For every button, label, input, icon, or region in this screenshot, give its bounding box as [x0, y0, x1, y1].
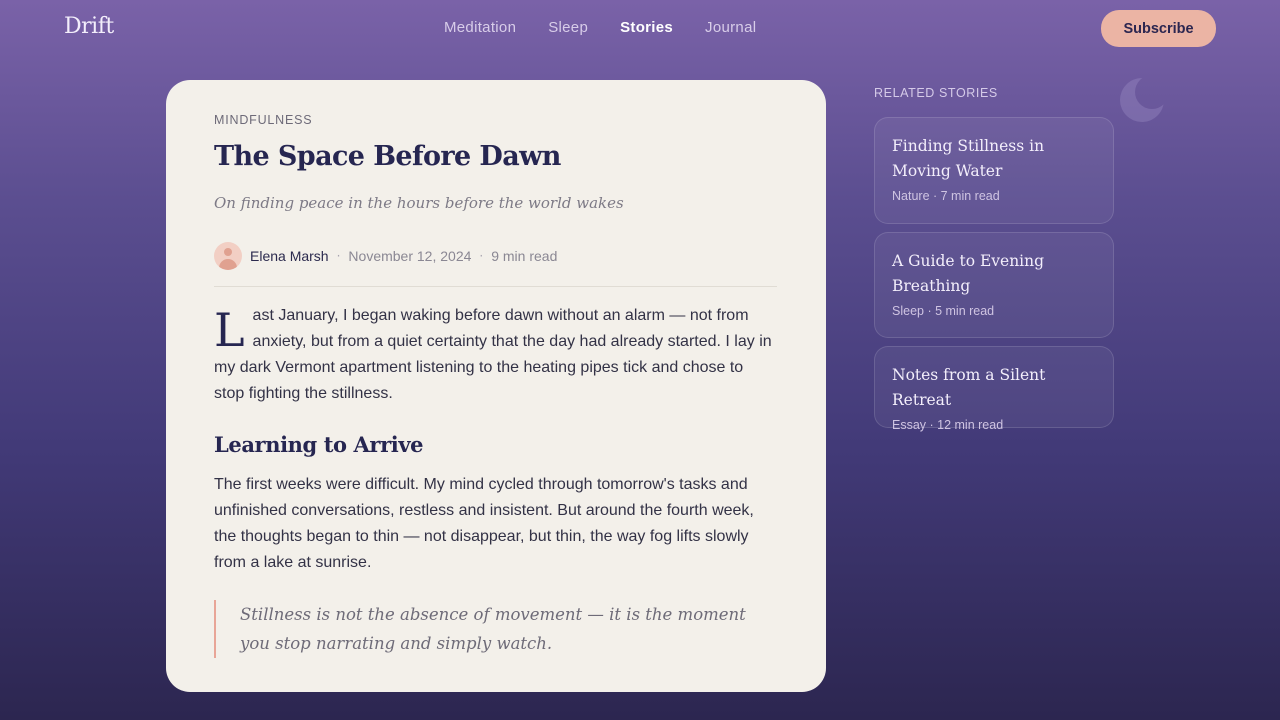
- related-story-title: A Guide to Evening Breathing: [892, 252, 1045, 295]
- section-heading: Learning to Arrive: [214, 432, 424, 457]
- byline-separator: ·: [336, 249, 341, 263]
- avatar-head-shape: [224, 248, 232, 256]
- article-byline: Elena Marsh · November 12, 2024 · 9 min …: [214, 242, 557, 270]
- user-avatar-icon[interactable]: [214, 242, 242, 270]
- pull-quote: Stillness is not the absence of movement…: [214, 600, 754, 658]
- related-stories-heading: RELATED STORIES: [874, 86, 998, 100]
- nav-item-meditation[interactable]: Meditation: [444, 19, 516, 36]
- read-time: 9 min read: [491, 248, 558, 264]
- related-story-card[interactable]: Notes from a Silent Retreat Essay · 12 m…: [874, 346, 1114, 432]
- byline-divider: [214, 286, 777, 287]
- drop-cap: L: [214, 303, 245, 357]
- author-name[interactable]: Elena Marsh: [250, 248, 329, 264]
- related-story-meta: Sleep · 5 min read: [892, 304, 995, 318]
- article-card: MINDFULNESS The Space Before Dawn On fin…: [166, 80, 826, 692]
- publish-date: November 12, 2024: [348, 248, 472, 264]
- nav-item-journal[interactable]: Journal: [705, 19, 756, 36]
- brand-logo[interactable]: Drift: [64, 14, 114, 39]
- article-paragraph: Last January, I began waking before dawn…: [214, 303, 777, 407]
- related-story-title: Notes from a Silent Retreat: [892, 366, 1046, 409]
- related-story-card[interactable]: A Guide to Evening Breathing Sleep · 5 m…: [874, 232, 1114, 338]
- nav-item-sleep[interactable]: Sleep: [548, 19, 588, 36]
- related-story-card[interactable]: Finding Stillness in Moving Water Nature…: [874, 117, 1114, 224]
- article-title: The Space Before Dawn: [214, 141, 561, 172]
- nav-item-stories[interactable]: Stories: [620, 19, 673, 36]
- subscribe-button[interactable]: Subscribe: [1101, 10, 1216, 47]
- article-paragraph: The first weeks were difficult. My mind …: [214, 476, 754, 571]
- paragraph-text: ast January, I began waking before dawn …: [214, 307, 772, 402]
- article-category[interactable]: MINDFULNESS: [214, 113, 312, 127]
- article-subtitle: On finding peace in the hours before the…: [214, 194, 624, 212]
- top-navigation-bar: Drift Meditation Sleep Stories Journal S…: [0, 0, 1280, 58]
- related-story-title: Finding Stillness in Moving Water: [892, 137, 1045, 180]
- moon-icon: [1120, 78, 1164, 122]
- related-story-meta: Essay · 12 min read: [892, 418, 1004, 432]
- avatar-shoulders-shape: [219, 259, 237, 270]
- related-story-meta: Nature · 7 min read: [892, 189, 1000, 203]
- byline-separator: ·: [479, 249, 484, 263]
- main-nav: Meditation Sleep Stories Journal: [444, 19, 756, 36]
